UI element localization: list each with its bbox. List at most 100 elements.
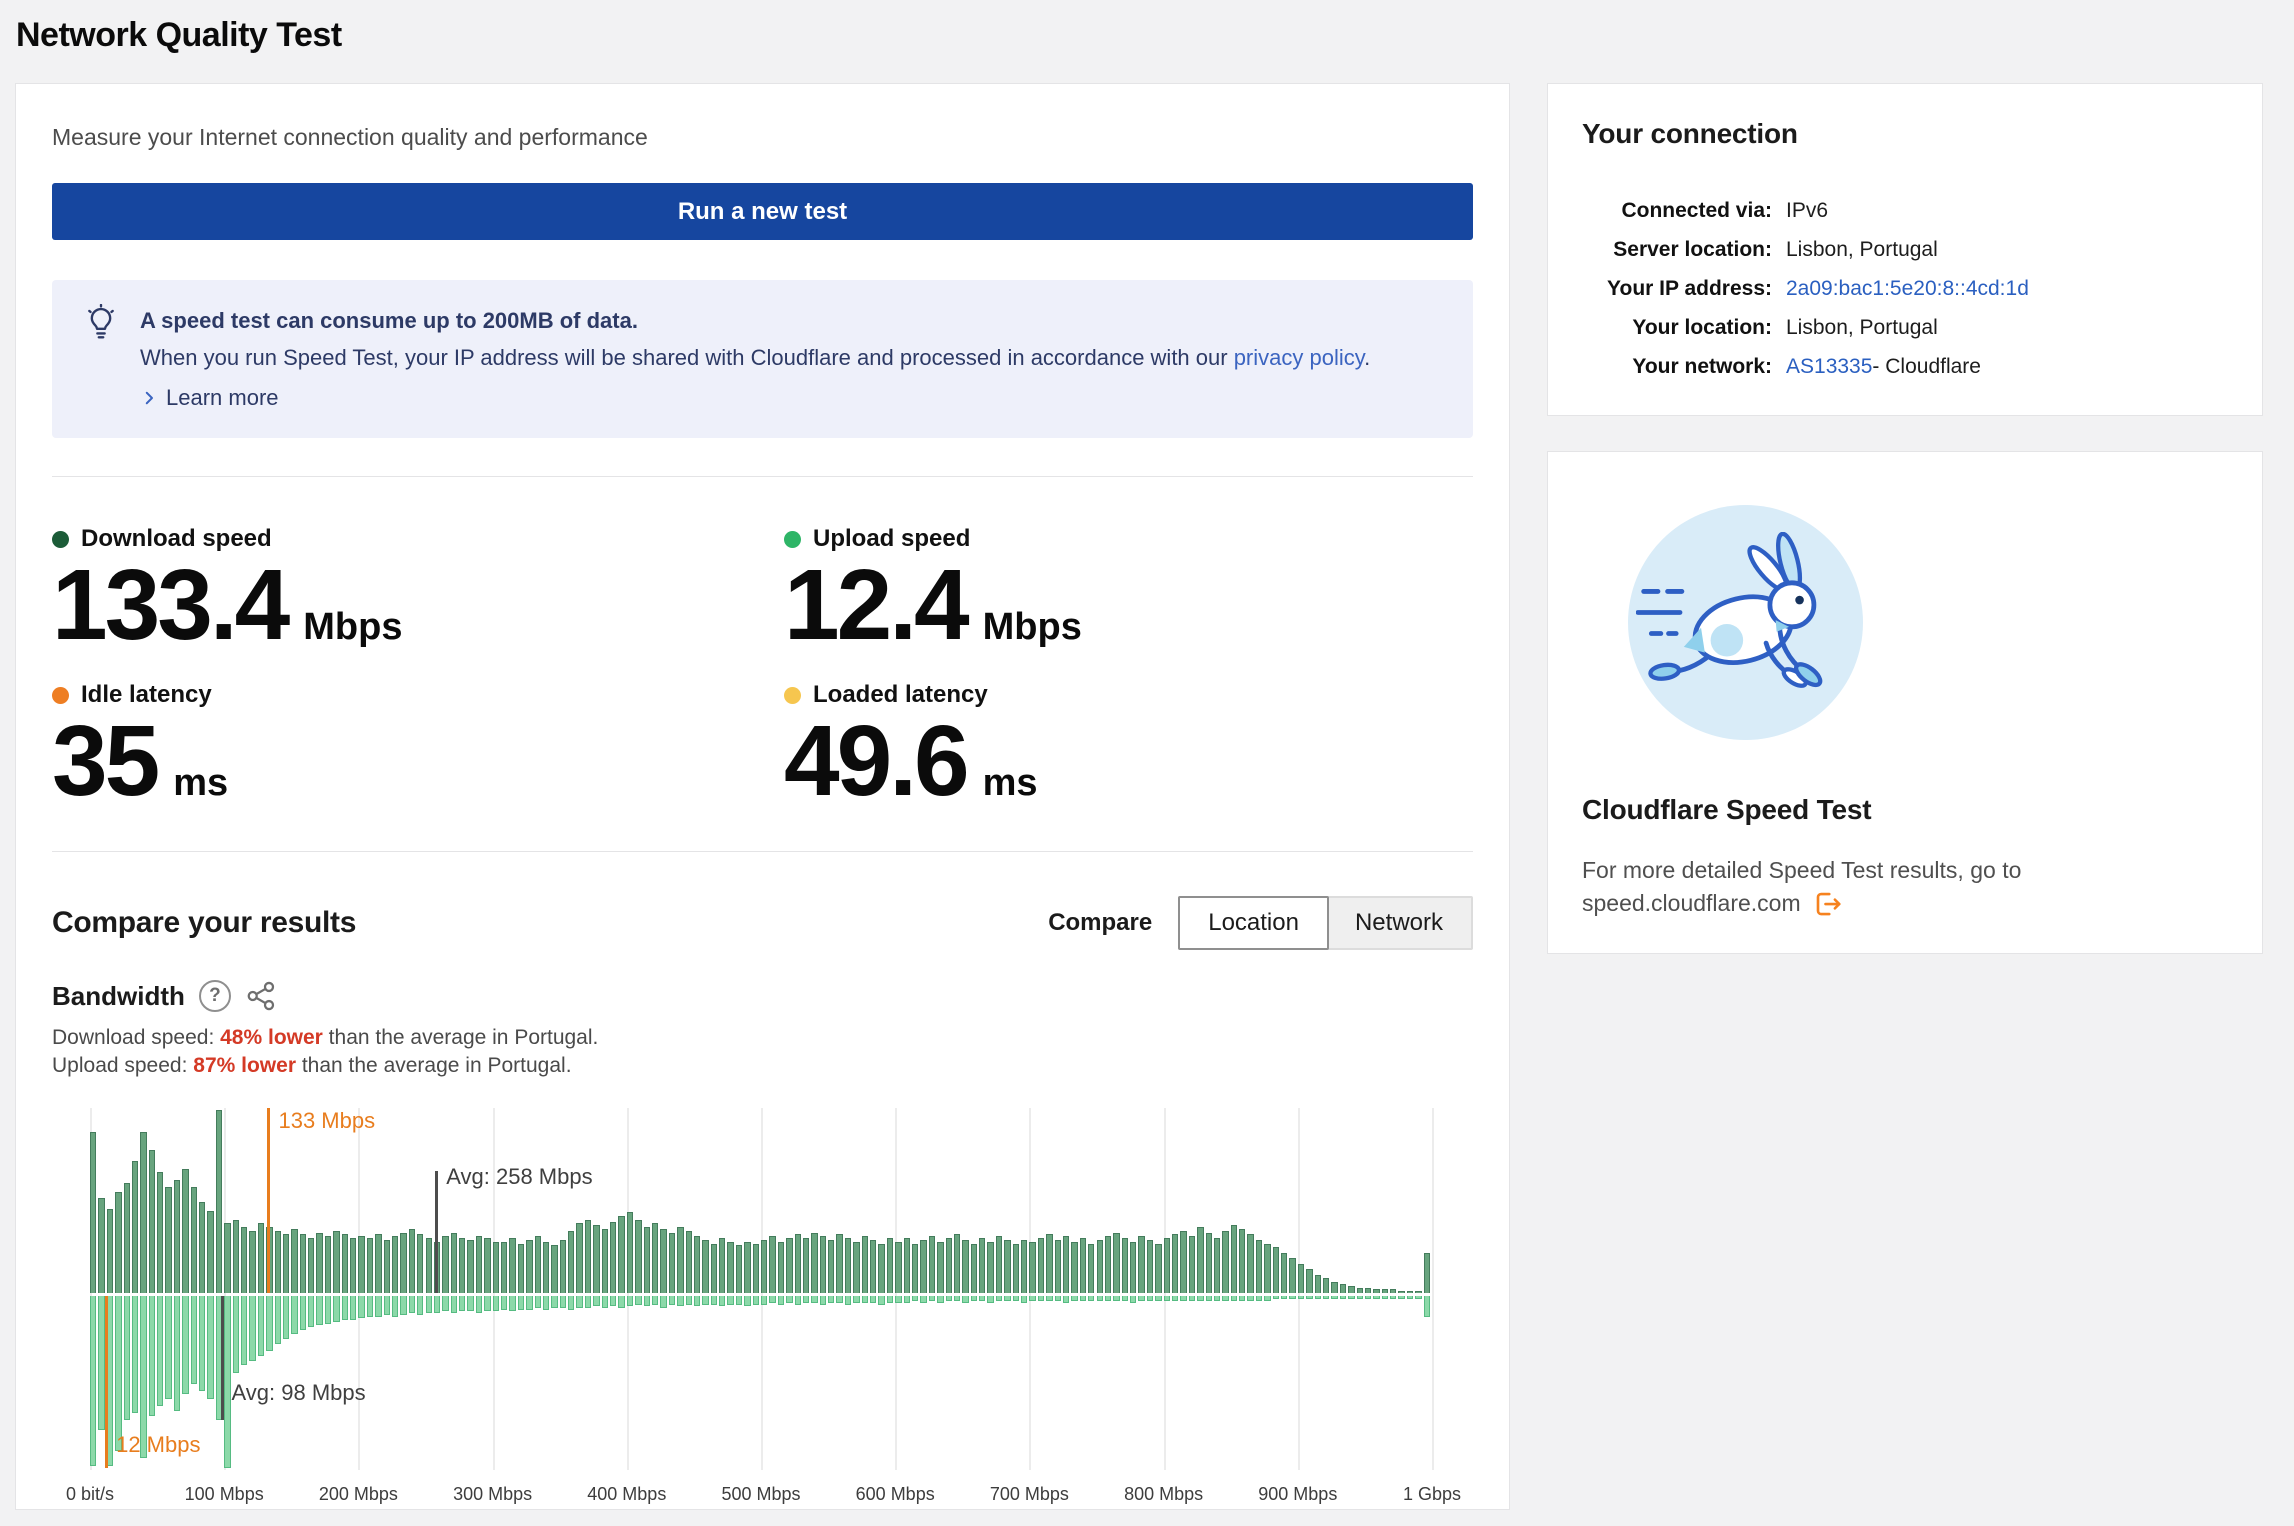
metric-download-speed: Download speed 133.4 Mbps [52,525,784,657]
download-bar [459,1238,465,1293]
upload-bar [1088,1296,1094,1301]
upload-bar [375,1296,381,1317]
upload-bar [1306,1296,1312,1299]
upload-bar [174,1296,180,1411]
upload-speed-value: 12.4 [784,553,967,657]
download-bar [1180,1231,1186,1293]
download-bar [1063,1236,1069,1293]
connection-row: Server location:Lisbon, Portugal [1582,235,2228,265]
compare-option-network[interactable]: Network [1327,898,1471,948]
download-bar [1038,1238,1044,1293]
run-test-button[interactable]: Run a new test [52,183,1473,240]
privacy-policy-link[interactable]: privacy policy [1234,345,1364,370]
upload-bar [1046,1296,1052,1301]
download-bar [862,1236,868,1293]
upload-bar [165,1296,171,1399]
upload-bar [904,1296,910,1303]
upload-bar [241,1296,247,1365]
download-bar [182,1169,188,1293]
external-link-icon[interactable] [1813,889,1843,919]
notice-body: When you run Speed Test, your IP address… [140,343,1370,373]
download-bar [786,1238,792,1293]
download-bar [1138,1236,1144,1293]
upload-bar [1348,1296,1354,1299]
download-bar [224,1223,230,1293]
upload-bar [501,1296,507,1310]
download-bar [1239,1229,1245,1293]
download-bar [535,1236,541,1293]
download-speed-dot-icon [52,531,69,548]
download-bar [1189,1236,1195,1293]
upload-bar [342,1296,348,1320]
bandwidth-chart: 133 MbpsAvg: 258 Mbps12 MbpsAvg: 98 Mbps… [52,1108,1473,1510]
download-bar [803,1238,809,1293]
download-bar [291,1229,297,1293]
download-bar [1331,1282,1337,1293]
download-bar [140,1132,146,1293]
share-icon[interactable] [245,980,277,1012]
connection-row-value[interactable]: 2a09:bac1:5e20:8::4cd:1d [1786,274,2029,304]
download-bar [1214,1238,1220,1293]
idle-latency-value: 35 [52,709,157,813]
notice-body-period: . [1364,345,1370,370]
download-bar [1147,1240,1153,1293]
download-bar [1172,1234,1178,1293]
upload-bar [719,1296,725,1306]
upload-bar [828,1296,834,1303]
promo-body-line1: For more detailed Speed Test results, go… [1582,854,2228,887]
connection-row-value: Lisbon, Portugal [1786,313,1938,343]
chart-plot: 133 MbpsAvg: 258 Mbps12 MbpsAvg: 98 Mbps [90,1108,1442,1470]
upload-bar [434,1296,440,1313]
upload-bar [635,1296,641,1305]
download-bar [660,1229,666,1293]
connection-row-label: Your network: [1582,352,1772,382]
upload-bar [291,1296,297,1334]
upload-bar [602,1296,608,1308]
metric-upload-speed: Upload speed 12.4 Mbps [784,525,1473,657]
upload-bar [1281,1296,1287,1299]
upload-bar [576,1296,582,1308]
upload-bar [769,1296,775,1303]
download-bar [753,1244,759,1293]
learn-more-link[interactable]: Learn more [140,385,279,411]
download-bar [107,1209,113,1293]
download-bar [216,1110,222,1293]
upload-bar [1298,1296,1304,1299]
download-bar [493,1242,499,1293]
compare-option-location[interactable]: Location [1178,896,1329,950]
download-bar [1080,1238,1086,1293]
upload-bar [1323,1296,1329,1299]
upload-bar [1256,1296,1262,1301]
download-bar [258,1223,264,1293]
upload-bar [1147,1296,1153,1301]
download-bar [1273,1247,1279,1293]
download-bar [375,1234,381,1293]
upload-bar [417,1296,423,1315]
upload-bar [1315,1296,1321,1299]
connection-row-value[interactable]: AS13335 [1786,352,1872,382]
download-bar [635,1220,641,1293]
upload-bar [1021,1296,1027,1303]
idle-latency-dot-icon [52,687,69,704]
promo-card: Cloudflare Speed Test For more detailed … [1547,451,2263,954]
help-icon[interactable]: ? [199,980,231,1012]
upload-bar [987,1296,993,1303]
upload-bar [1415,1296,1421,1299]
upload-bar [493,1296,499,1311]
download-bar [686,1231,692,1293]
upload-bar [568,1296,574,1310]
download-bar [165,1187,171,1293]
download-bar [1113,1233,1119,1293]
upload-bar [937,1296,943,1303]
divider [52,476,1473,477]
download-bar [543,1242,549,1293]
compare-label: Compare [1048,909,1152,937]
promo-heading: Cloudflare Speed Test [1582,794,2228,826]
upload-bar [358,1296,364,1318]
upload-bar [535,1296,541,1308]
upload-bar [1289,1296,1295,1299]
speed-cloudflare-link[interactable]: speed.cloudflare.com [1582,887,1801,920]
download-bar [451,1233,457,1293]
upload-average-marker [221,1296,224,1420]
upload-bar [1180,1296,1186,1301]
